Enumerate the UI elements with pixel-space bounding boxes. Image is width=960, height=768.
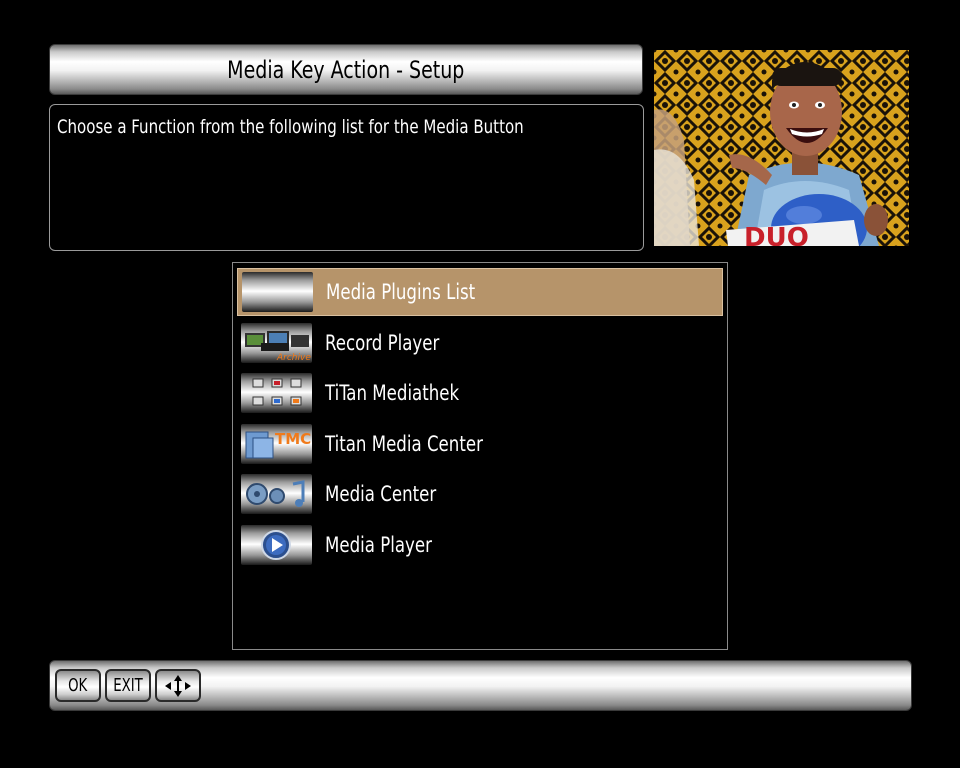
list-item-media-center[interactable]: Media Center — [237, 470, 723, 518]
list-item-label: Media Player — [325, 533, 432, 557]
key-hint-bar: OK EXIT — [49, 660, 912, 711]
record-player-icon-text: Archive — [276, 353, 311, 363]
media-center-icon — [241, 474, 312, 514]
tmc-icon-text: TMC — [275, 430, 311, 448]
description-text: Choose a Function from the following lis… — [57, 116, 524, 138]
exit-button[interactable]: EXIT — [105, 669, 151, 702]
title-bar: Media Key Action - Setup — [49, 44, 643, 95]
list-item-media-plugins-list[interactable]: Media Plugins List — [237, 268, 723, 316]
media-function-list: Media Plugins List Archive Record Player — [232, 262, 728, 650]
list-item-label: Media Plugins List — [326, 280, 476, 304]
list-item-label: Titan Media Center — [325, 432, 483, 456]
list-item-label: Record Player — [325, 331, 440, 355]
page-title: Media Key Action - Setup — [227, 55, 465, 84]
list-item-titan-mediathek[interactable]: TiTan Mediathek — [237, 369, 723, 417]
plugins-list-icon — [242, 272, 313, 312]
ok-button[interactable]: OK — [55, 669, 101, 702]
preview-sign-text: DUO — [744, 223, 809, 246]
navigation-button[interactable] — [155, 669, 201, 702]
tv-preview-image: DUO — [654, 50, 909, 246]
list-item-media-player[interactable]: Media Player — [237, 521, 723, 569]
list-item-record-player[interactable]: Archive Record Player — [237, 319, 723, 367]
record-player-icon: Archive — [241, 323, 312, 363]
media-player-icon — [241, 525, 312, 565]
tv-preview: DUO — [654, 50, 909, 246]
description-box: Choose a Function from the following lis… — [49, 104, 644, 251]
list-item-titan-media-center[interactable]: TMC Titan Media Center — [237, 420, 723, 468]
mediathek-icon — [241, 373, 312, 413]
tmc-icon: TMC — [241, 424, 312, 464]
arrows-nav-icon — [165, 674, 191, 697]
list-item-label: Media Center — [325, 482, 437, 506]
list-item-label: TiTan Mediathek — [325, 381, 460, 405]
